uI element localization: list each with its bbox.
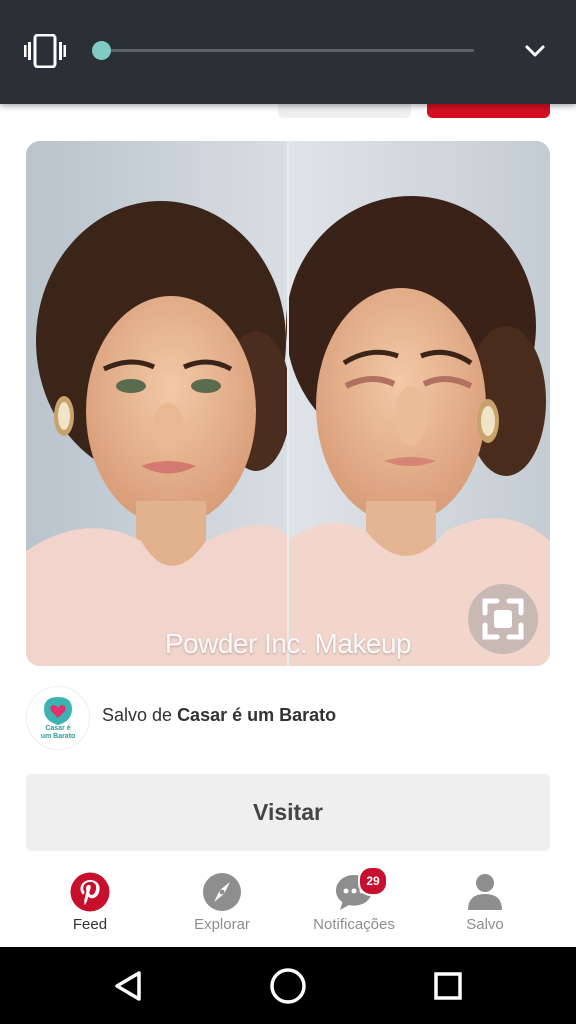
tab-label: Explorar (194, 916, 250, 933)
visit-button[interactable]: Visitar (26, 774, 550, 851)
pinterest-icon (70, 872, 110, 912)
chevron-down-icon[interactable] (522, 38, 548, 64)
volume-panel (0, 0, 576, 104)
visual-search-button[interactable] (468, 584, 538, 654)
tab-label: Salvo (466, 916, 504, 933)
tab-feed[interactable]: Feed (35, 872, 145, 933)
tab-explore[interactable]: Explorar (167, 872, 277, 933)
vibrate-icon[interactable] (24, 34, 66, 68)
saved-from-prefix: Salvo de (102, 705, 178, 725)
bottom-tab-bar: Feed Explorar 29 Notificações Salvo (0, 860, 576, 947)
back-icon[interactable] (107, 965, 149, 1007)
avatar-text: Casar é um Barato (40, 725, 76, 740)
notification-badge: 29 (358, 866, 388, 896)
home-icon[interactable] (267, 965, 309, 1007)
tab-saved[interactable]: Salvo (430, 872, 540, 933)
source-avatar[interactable]: Casar é um Barato (26, 686, 90, 750)
source-board-name[interactable]: Casar é um Barato (177, 705, 336, 725)
tab-notifications[interactable]: 29 Notificações (299, 866, 409, 933)
system-nav-bar (0, 947, 576, 1024)
tab-label: Feed (72, 916, 108, 933)
person-icon (468, 874, 502, 910)
recents-icon[interactable] (427, 965, 469, 1007)
volume-slider-track[interactable] (101, 49, 474, 52)
pin-image[interactable]: Powder Inc. Makeup (26, 141, 550, 666)
visual-search-icon (482, 598, 524, 640)
compass-icon (203, 873, 241, 911)
tab-label: Notificações (313, 916, 395, 933)
volume-slider-thumb[interactable] (92, 41, 111, 60)
makeup-photo (26, 141, 550, 666)
saved-from-text[interactable]: Salvo de Casar é um Barato (102, 705, 336, 726)
